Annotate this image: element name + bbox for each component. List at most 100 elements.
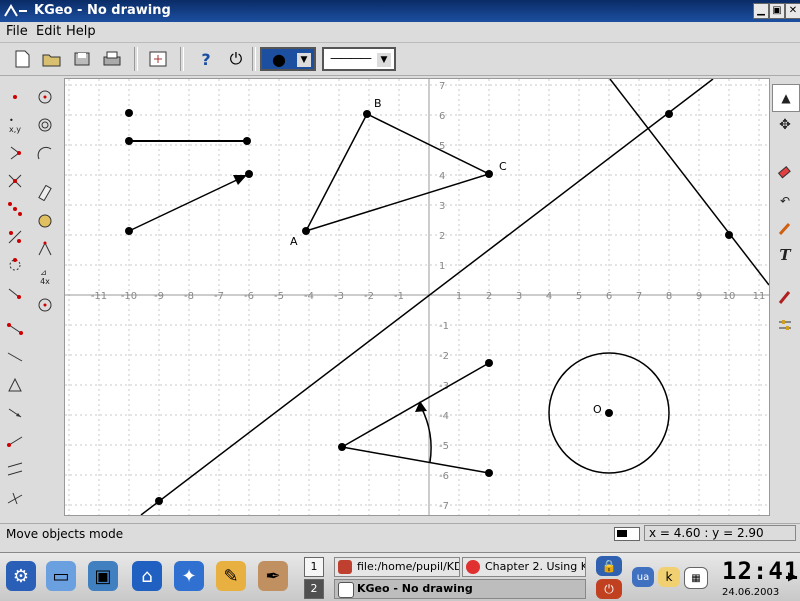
chevron-right-icon[interactable]: ▶ [788, 569, 797, 583]
angle-ray[interactable] [341, 362, 490, 448]
undo-delete-icon[interactable]: ↶ [772, 188, 798, 214]
right-tool-palette: ▲ ✥ ↶ T [770, 80, 800, 360]
lock-screen-icon[interactable]: 🔒 [596, 556, 622, 576]
editor-icon[interactable]: ✒ [258, 561, 288, 591]
x-tick-label: -1 [394, 291, 404, 302]
measure-distance-icon[interactable] [32, 180, 58, 206]
desktop-2-button[interactable]: 2 [304, 579, 324, 599]
keyboard-layout-icon[interactable]: ua [632, 567, 654, 587]
konqueror-icon[interactable]: ✦ [174, 561, 204, 591]
desktop-1-button[interactable]: 1 [304, 557, 324, 577]
status-bar: Move objects mode x = 4.60 : y = 2.90 [0, 523, 800, 544]
drawing-canvas[interactable]: -11 -10 -9 -8 -7 -6 -5 -4 -3 -2 -1 1 2 3 4 5 6 7 8 9 10 11 76… [64, 78, 770, 516]
point[interactable] [338, 443, 346, 451]
logout-icon[interactable]: ⏻ [596, 579, 622, 599]
konsole-icon[interactable]: ▣ [88, 561, 118, 591]
area-tool-icon[interactable] [32, 208, 58, 234]
point[interactable] [125, 137, 133, 145]
fit-view-icon[interactable] [146, 47, 170, 71]
circle-by-radius-icon[interactable] [32, 112, 58, 138]
eraser-icon[interactable] [772, 160, 798, 186]
minimize-icon[interactable]: ▁ [753, 3, 769, 19]
new-file-icon[interactable] [10, 47, 34, 71]
point-style-select[interactable]: ● ▼ [260, 47, 316, 71]
menu-edit[interactable]: Edit [36, 24, 61, 39]
kgeo-compass-icon[interactable] [3, 3, 29, 19]
point-by-coords-icon[interactable]: • x,y [2, 112, 28, 138]
slope-tool-icon[interactable]: ⊿ 4x [32, 264, 58, 290]
ray-tool-icon[interactable] [2, 428, 28, 454]
point-on-line-icon[interactable] [2, 140, 28, 166]
x-tick-label: 2 [486, 291, 492, 302]
point[interactable] [125, 109, 133, 117]
circle-by-center-icon[interactable] [32, 84, 58, 110]
triangle-tool-icon[interactable] [2, 372, 28, 398]
vector-tool-icon[interactable] [2, 400, 28, 426]
parallel-line-icon[interactable] [2, 456, 28, 482]
translate-point-icon[interactable] [2, 280, 28, 306]
calendar-icon[interactable]: ▦ [684, 567, 708, 589]
point-o[interactable] [605, 409, 613, 417]
line-tool-icon[interactable] [2, 344, 28, 370]
coordinate-readout: x = 4.60 : y = 2.90 [644, 525, 796, 541]
open-folder-icon[interactable] [40, 47, 64, 71]
help-icon[interactable]: ? [194, 47, 218, 71]
geometry-svg[interactable]: -11 -10 -9 -8 -7 -6 -5 -4 -3 -2 -1 1 2 3 4 5 6 7 8 9 10 11 76… [65, 79, 769, 515]
point[interactable] [245, 170, 253, 178]
pencil-icon[interactable] [772, 216, 798, 242]
midpoint-icon[interactable] [2, 196, 28, 222]
point[interactable] [485, 469, 493, 477]
task-kgeo[interactable]: KGeo - No drawing [334, 579, 586, 599]
properties-sliders-icon[interactable] [772, 312, 798, 338]
task-chapter-help[interactable]: Chapter 2. Using KG [462, 557, 586, 577]
text-tool-icon[interactable]: T [772, 242, 798, 268]
select-pointer-icon[interactable]: ▲ [772, 84, 800, 112]
intersection-point-icon[interactable] [2, 168, 28, 194]
rotate-point-icon[interactable] [2, 252, 28, 278]
print-icon[interactable] [100, 47, 124, 71]
y-tick-labels: 7654321-1-2-3-4-5-6-7 [439, 81, 449, 512]
point-style-value: ● [272, 50, 286, 69]
office-icon[interactable]: ✎ [216, 561, 246, 591]
point-c[interactable] [485, 170, 493, 178]
quit-icon[interactable]: ⏻ [224, 47, 248, 71]
move-tool-icon[interactable]: ✥ [772, 112, 798, 138]
chevron-down-icon[interactable]: ▼ [297, 53, 311, 67]
point[interactable] [155, 497, 163, 505]
point-a[interactable] [302, 227, 310, 235]
x-tick-label: -4 [304, 291, 314, 302]
perpendicular-line-icon[interactable] [2, 484, 28, 510]
kde-tray-icon[interactable]: k [658, 567, 680, 587]
point[interactable] [725, 231, 733, 239]
line[interactable] [140, 79, 714, 515]
home-folder-icon[interactable]: ⌂ [132, 561, 162, 591]
kde-menu-icon[interactable]: ⚙ [6, 561, 36, 591]
angle-ray[interactable] [341, 446, 490, 474]
save-icon[interactable] [70, 47, 94, 71]
line[interactable] [609, 79, 769, 286]
task-file-browser[interactable]: file:/home/pupil/KDEL [334, 557, 460, 577]
point-b[interactable] [363, 110, 371, 118]
x-tick-label: -5 [274, 291, 284, 302]
angle-measure-icon[interactable] [32, 236, 58, 262]
point[interactable] [125, 227, 133, 235]
segment-tool-icon[interactable] [2, 316, 28, 342]
taskbar: ⚙ ▭ ▣ ⌂ ✦ ✎ ✒ 1 2 file:/home/pupil/KDEL … [0, 552, 800, 601]
mirror-point-icon[interactable] [2, 224, 28, 250]
arc-tool-icon[interactable] [32, 140, 58, 166]
point[interactable] [665, 110, 673, 118]
close-icon[interactable]: ✕ [785, 3, 800, 19]
point[interactable] [243, 137, 251, 145]
menu-help[interactable]: Help [66, 24, 96, 39]
menu-file[interactable]: File [6, 24, 28, 39]
triangle-abc[interactable] [304, 113, 492, 233]
paintbrush-icon[interactable] [772, 284, 798, 310]
rotation-tool-icon[interactable] [32, 292, 58, 318]
chevron-down-icon[interactable]: ▼ [377, 53, 391, 67]
task-label: Chapter 2. Using KG [485, 560, 586, 573]
maximize-icon[interactable]: ▣ [769, 3, 785, 19]
point-tool-icon[interactable] [2, 84, 28, 110]
show-desktop-icon[interactable]: ▭ [46, 561, 76, 591]
point[interactable] [485, 359, 493, 367]
line-style-select[interactable]: ———— ▼ [322, 47, 396, 71]
